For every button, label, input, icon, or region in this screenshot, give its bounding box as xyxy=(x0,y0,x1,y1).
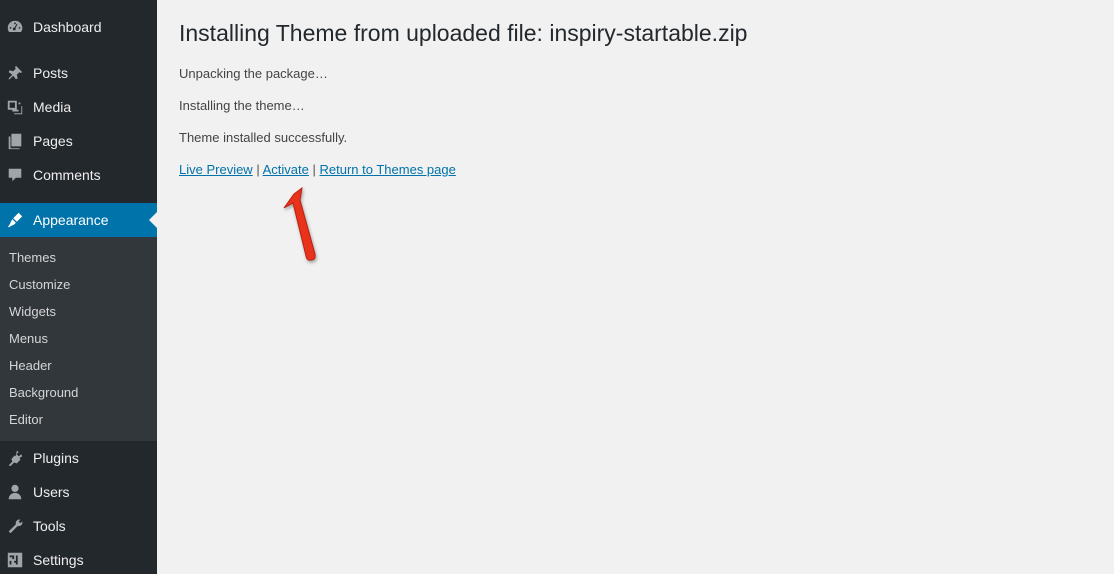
submenu-item-menus[interactable]: Menus xyxy=(9,331,48,346)
status-message-installing: Installing the theme… xyxy=(179,98,305,113)
status-message-success: Theme installed successfully. xyxy=(179,130,348,145)
status-message-unpacking: Unpacking the package… xyxy=(179,66,328,81)
sidebar-item-tools[interactable]: Tools xyxy=(0,509,157,543)
sidebar-item-label: Posts xyxy=(33,65,69,81)
wrench-icon xyxy=(6,517,24,535)
sidebar-item-dashboard[interactable]: Dashboard xyxy=(0,10,157,44)
sidebar-item-label: Pages xyxy=(33,133,73,149)
pin-icon xyxy=(6,64,24,82)
sidebar-item-label: Tools xyxy=(33,518,66,534)
live-preview-link[interactable]: Live Preview xyxy=(179,162,253,177)
sidebar-item-label: Comments xyxy=(33,167,101,183)
appearance-submenu: Themes Customize Widgets Menus Header Ba… xyxy=(0,237,157,441)
submenu-item-themes[interactable]: Themes xyxy=(9,250,56,265)
paintbrush-icon xyxy=(6,211,24,229)
sidebar-item-settings[interactable]: Settings xyxy=(0,543,157,574)
admin-sidebar: Dashboard Posts Media Pages Comments App… xyxy=(0,0,157,574)
sidebar-item-label: Media xyxy=(33,99,72,115)
pages-icon xyxy=(6,132,24,150)
sidebar-item-label: Appearance xyxy=(33,212,109,228)
sidebar-item-users[interactable]: Users xyxy=(0,475,157,509)
settings-sliders-icon xyxy=(6,551,24,569)
page-title: Installing Theme from uploaded file: ins… xyxy=(179,20,748,46)
sidebar-item-label: Dashboard xyxy=(33,19,102,35)
dashboard-icon xyxy=(6,18,24,36)
return-to-themes-link[interactable]: Return to Themes page xyxy=(320,162,456,177)
sidebar-item-appearance[interactable]: Appearance xyxy=(0,203,157,237)
sidebar-item-comments[interactable]: Comments xyxy=(0,158,157,192)
separator: | xyxy=(256,162,260,177)
sidebar-item-posts[interactable]: Posts xyxy=(0,56,157,90)
sidebar-item-label: Users xyxy=(33,484,70,500)
sidebar-item-pages[interactable]: Pages xyxy=(0,124,157,158)
media-icon xyxy=(6,98,24,116)
submenu-item-header[interactable]: Header xyxy=(9,358,52,373)
active-indicator xyxy=(149,212,157,228)
install-actions: Live Preview | Activate | Return to Them… xyxy=(179,162,456,177)
comments-icon xyxy=(6,166,24,184)
separator: | xyxy=(312,162,316,177)
sidebar-item-plugins[interactable]: Plugins xyxy=(0,441,157,475)
sidebar-item-label: Settings xyxy=(33,552,84,568)
submenu-item-editor[interactable]: Editor xyxy=(9,412,43,427)
annotation-arrow-icon xyxy=(283,186,316,261)
sidebar-item-label: Plugins xyxy=(33,450,79,466)
submenu-item-customize[interactable]: Customize xyxy=(9,277,70,292)
plugin-icon xyxy=(6,449,24,467)
activate-link[interactable]: Activate xyxy=(263,162,309,177)
user-icon xyxy=(6,483,24,501)
submenu-item-background[interactable]: Background xyxy=(9,385,78,400)
submenu-item-widgets[interactable]: Widgets xyxy=(9,304,56,319)
sidebar-item-media[interactable]: Media xyxy=(0,90,157,124)
